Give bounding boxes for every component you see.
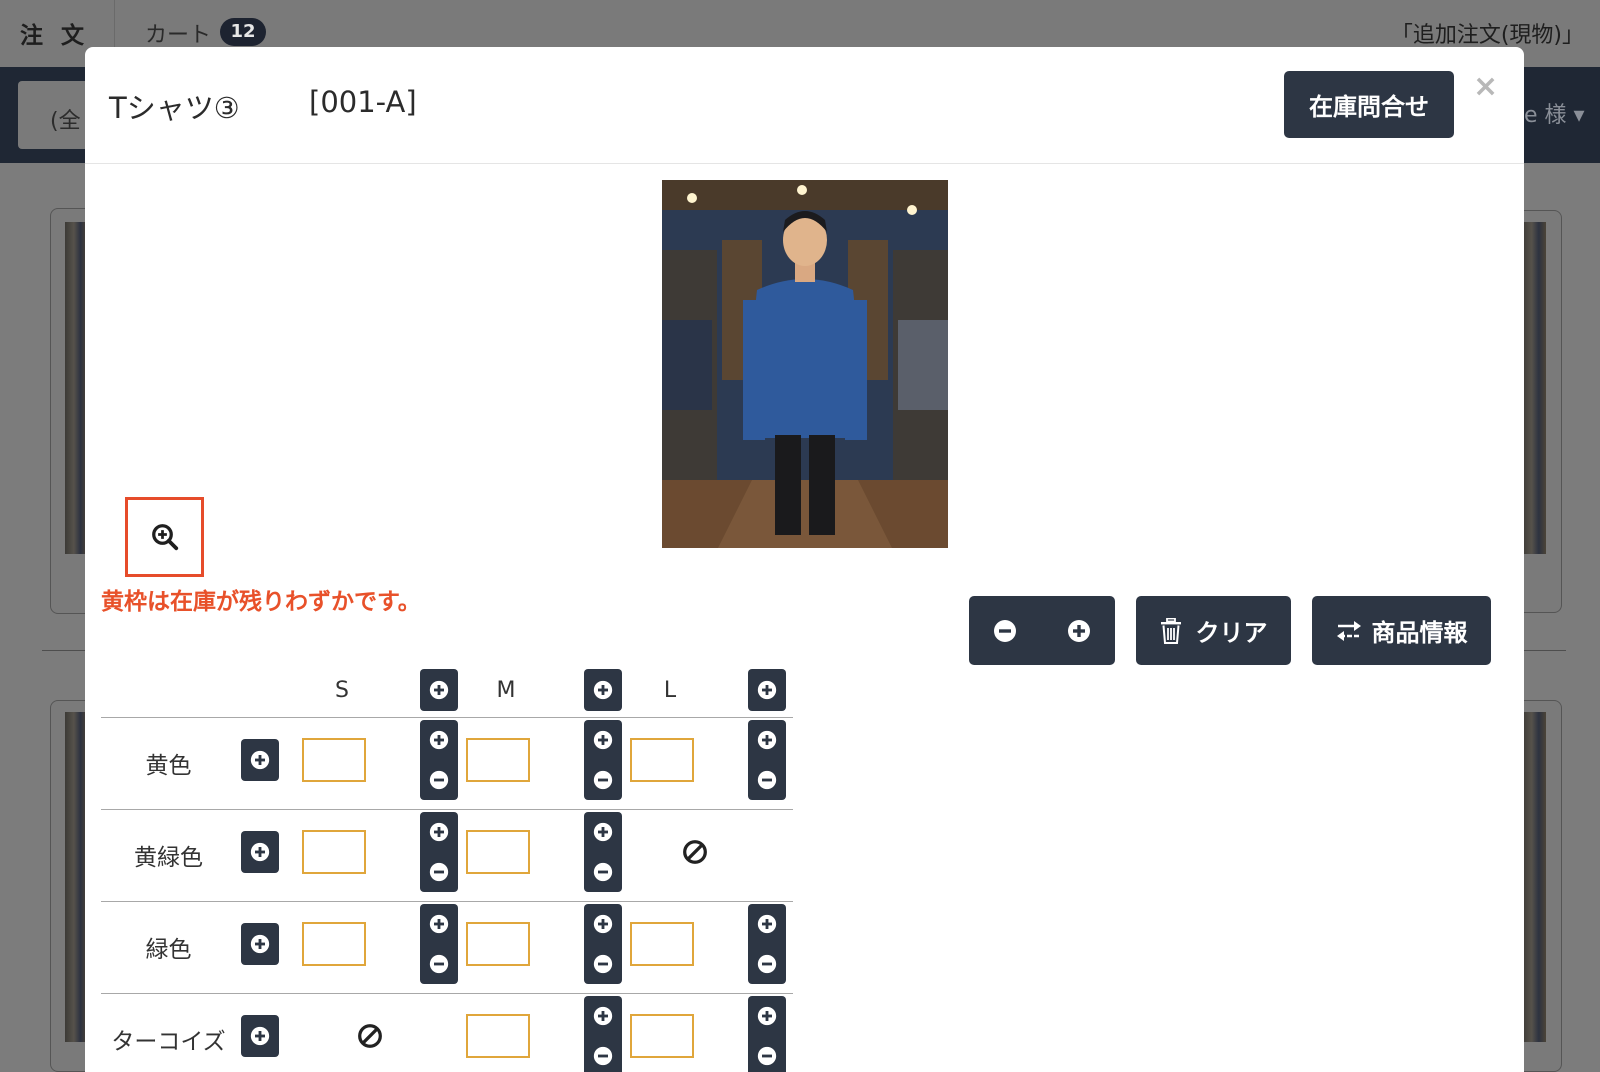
minus-circle-icon (757, 770, 777, 790)
grid-divider (101, 809, 793, 810)
color-add-button[interactable] (241, 923, 279, 965)
close-icon[interactable]: × (1473, 69, 1498, 104)
size-add-button[interactable] (584, 669, 622, 711)
size-header: M (496, 678, 516, 703)
product-info-button[interactable]: 商品情報 (1312, 596, 1491, 665)
minus-circle-icon (757, 1046, 777, 1066)
order-nav-label[interactable]: 注文 (20, 16, 102, 50)
product-title: Tシャツ③ (109, 91, 240, 125)
plus-circle-icon (593, 1006, 613, 1026)
cart-nav-label[interactable]: カート (145, 17, 211, 49)
quantity-stepper[interactable] (420, 904, 458, 984)
quantity-input[interactable] (466, 830, 530, 874)
minus-circle-icon (593, 770, 613, 790)
trash-icon (1160, 617, 1181, 644)
quantity-stepper[interactable] (748, 996, 786, 1072)
stock-inquiry-button[interactable]: 在庫問合せ (1284, 71, 1454, 138)
plus-circle-icon (250, 934, 270, 954)
plus-circle-icon (250, 842, 270, 862)
product-code: [001-A] (309, 85, 417, 119)
swap-arrows-icon (1336, 620, 1361, 641)
clear-button[interactable]: クリア (1136, 596, 1291, 665)
plus-circle-icon (757, 1006, 777, 1026)
cart-count-badge: 12 (220, 18, 266, 46)
quantity-input[interactable] (466, 1014, 530, 1058)
quantity-input[interactable] (302, 830, 366, 874)
bg-product-image (1522, 712, 1546, 1042)
grid-divider (101, 901, 793, 902)
quantity-input[interactable] (466, 738, 530, 782)
minus-circle-icon (429, 862, 449, 882)
quantity-input[interactable] (630, 922, 694, 966)
plus-circle-icon (429, 822, 449, 842)
quantity-stepper[interactable] (584, 812, 622, 892)
bg-product-image (1522, 222, 1546, 554)
quantity-stepper[interactable] (584, 996, 622, 1072)
color-label: 黄色 (145, 753, 192, 779)
quantity-stepper[interactable] (748, 904, 786, 984)
zoom-in-icon (151, 524, 178, 551)
zoom-button[interactable] (125, 497, 204, 577)
size-add-button[interactable] (748, 669, 786, 711)
color-add-button[interactable] (241, 1015, 279, 1057)
clear-button-label: クリア (1195, 619, 1268, 647)
plus-circle-icon (757, 914, 777, 934)
not-available-icon (357, 1023, 383, 1049)
low-stock-note: 黄枠は在庫が残りわずかです。 (101, 589, 421, 615)
color-add-button[interactable] (241, 831, 279, 873)
grid-divider (101, 717, 793, 718)
not-available-icon (682, 839, 708, 865)
quantity-input[interactable] (466, 922, 530, 966)
plus-circle-icon (593, 680, 613, 700)
color-label: ターコイズ (111, 1029, 226, 1055)
grid-divider (101, 993, 793, 994)
quantity-input[interactable] (302, 738, 366, 782)
quantity-buttons (969, 596, 1115, 665)
quantity-input[interactable] (302, 922, 366, 966)
quantity-stepper[interactable] (584, 904, 622, 984)
plus-circle-icon[interactable] (1067, 619, 1091, 643)
product-modal: Tシャツ③ [001-A] 在庫問合せ × 黄枠は在庫が残りわずかです。 クリア… (85, 47, 1524, 1072)
quantity-stepper[interactable] (420, 720, 458, 800)
minus-circle-icon (429, 954, 449, 974)
plus-circle-icon (250, 1026, 270, 1046)
plus-circle-icon (429, 914, 449, 934)
plus-circle-icon (429, 730, 449, 750)
product-image[interactable] (662, 180, 948, 548)
quantity-input[interactable] (630, 1014, 694, 1058)
plus-circle-icon (757, 730, 777, 750)
minus-circle-icon (757, 954, 777, 974)
plus-circle-icon (593, 822, 613, 842)
color-label: 黄緑色 (134, 845, 203, 871)
modal-header: Tシャツ③ [001-A] 在庫問合せ × (85, 47, 1524, 164)
bg-product-image (65, 712, 87, 1042)
size-add-button[interactable] (420, 669, 458, 711)
quantity-stepper[interactable] (420, 812, 458, 892)
quantity-stepper[interactable] (584, 720, 622, 800)
color-label: 緑色 (145, 937, 192, 963)
plus-circle-icon (429, 680, 449, 700)
product-info-button-label: 商品情報 (1371, 619, 1468, 647)
minus-circle-icon (593, 1046, 613, 1066)
minus-circle-icon[interactable] (993, 619, 1017, 643)
order-mode-label: 「追加注文(現物)」 (1390, 23, 1584, 48)
plus-circle-icon (250, 750, 270, 770)
plus-circle-icon (757, 680, 777, 700)
minus-circle-icon (429, 770, 449, 790)
color-add-button[interactable] (241, 739, 279, 781)
bg-product-image (65, 222, 87, 554)
plus-circle-icon (593, 914, 613, 934)
size-header: S (335, 678, 349, 703)
quantity-input[interactable] (630, 738, 694, 782)
minus-circle-icon (593, 954, 613, 974)
plus-circle-icon (593, 730, 613, 750)
quantity-stepper[interactable] (748, 720, 786, 800)
minus-circle-icon (593, 862, 613, 882)
size-header: L (663, 678, 677, 703)
